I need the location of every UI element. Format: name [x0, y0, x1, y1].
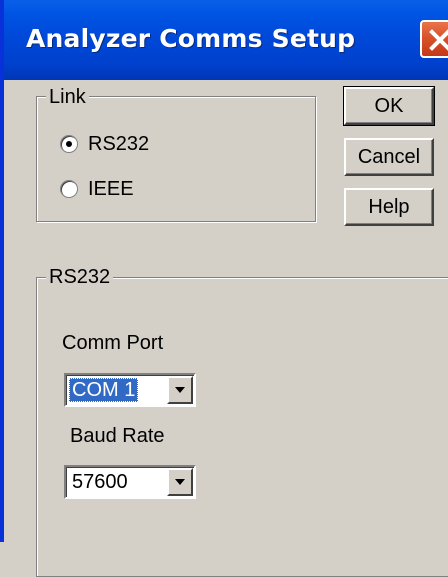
- dialog-window: Analyzer Comms Setup Link RS232 IEEE OK …: [0, 0, 448, 577]
- comm-port-value[interactable]: COM 1: [69, 378, 139, 402]
- chevron-down-icon: [175, 479, 185, 485]
- ok-button[interactable]: OK: [343, 86, 435, 126]
- comm-port-label: Comm Port: [62, 332, 164, 354]
- baud-rate-value[interactable]: 57600: [69, 470, 131, 494]
- radio-rs232[interactable]: [60, 135, 78, 153]
- close-button[interactable]: [420, 20, 448, 58]
- window-title: Analyzer Comms Setup: [26, 24, 356, 53]
- rs232-group-label: RS232: [46, 266, 114, 288]
- baud-rate-select[interactable]: 57600: [64, 465, 196, 499]
- link-group-label: Link: [46, 86, 89, 108]
- close-icon: [429, 29, 448, 51]
- radio-rs232-label[interactable]: RS232: [88, 133, 149, 155]
- comm-port-dropdown-button[interactable]: [167, 376, 193, 404]
- baud-rate-dropdown-button[interactable]: [167, 468, 193, 496]
- title-bar[interactable]: Analyzer Comms Setup: [4, 0, 448, 80]
- radio-ieee-label[interactable]: IEEE: [88, 178, 134, 200]
- baud-rate-label: Baud Rate: [70, 425, 165, 447]
- help-button[interactable]: Help: [344, 188, 434, 226]
- comm-port-select[interactable]: COM 1: [64, 373, 196, 407]
- radio-ieee[interactable]: [60, 180, 78, 198]
- link-groupbox: [36, 96, 316, 222]
- chevron-down-icon: [175, 387, 185, 393]
- cancel-button[interactable]: Cancel: [344, 138, 434, 176]
